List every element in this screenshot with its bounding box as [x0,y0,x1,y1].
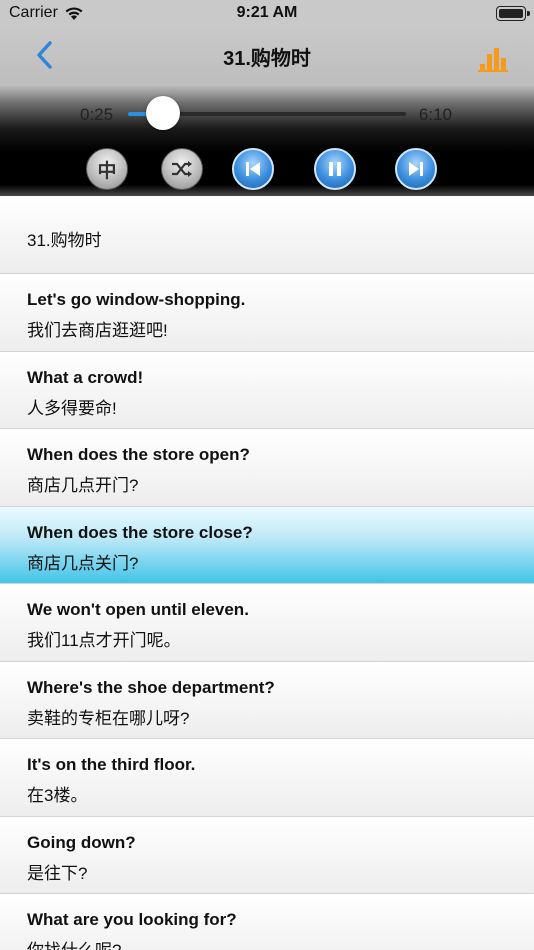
sentence-chinese: 商店几点开门? [27,476,139,495]
list-header: 31.购物时 [0,196,534,274]
list-item[interactable]: Let's go window-shopping. 我们去商店逛逛吧! [0,274,534,352]
list-item[interactable]: Going down? 是往下? [0,816,534,894]
shuffle-button[interactable] [161,148,203,190]
sentence-chinese: 是往下? [27,863,88,883]
sentence-english: It's on the third floor. [27,755,196,774]
audio-player: 0:25 6:10 中 [0,84,534,196]
sentence-chinese: 我们去商店逛逛吧! [27,321,168,340]
list-item[interactable]: When does the store close? 商店几点关门? [0,506,534,584]
previous-button[interactable] [232,148,274,190]
sentence-english: We won't open until eleven. [27,600,249,619]
page-title: 31.购物时 [223,48,311,70]
list-item[interactable]: What a crowd! 人多得要命! [0,351,534,429]
sentence-chinese: 我们11点才开门呢。 [27,631,181,650]
sentence-english: Let's go window-shopping. [27,290,246,309]
nav-bar: 31.购物时 [0,28,534,84]
sentence-chinese: 在3楼。 [27,786,88,805]
list-item[interactable]: When does the store open? 商店几点开门? [0,429,534,507]
sentence-english: Going down? [27,832,136,852]
total-time: 6:10 [418,105,452,124]
battery-icon [496,6,530,21]
sentence-chinese: 商店几点关门? [27,553,139,573]
bar-chart-icon[interactable] [478,44,510,72]
sentence-english: When does the store open? [27,445,250,464]
pause-button[interactable] [314,148,356,190]
language-toggle-button[interactable]: 中 [86,148,128,190]
shuffle-icon [172,161,192,177]
sentence-list: 31.购物时 Let's go window-shopping. 我们去商店逛逛… [0,196,534,950]
list-item[interactable]: Where's the shoe department? 卖鞋的专柜在哪儿呀? [0,661,534,739]
sentence-english: When does the store close? [27,522,253,542]
list-item[interactable]: It's on the third floor. 在3楼。 [0,739,534,817]
pause-icon [329,162,341,176]
current-time: 0:25 [80,105,114,124]
sentence-chinese: 卖鞋的专柜在哪儿呀? [27,708,190,728]
status-time: 9:21 AM [236,4,298,21]
sentence-english: What are you looking for? [27,910,237,929]
progress-thumb[interactable] [145,96,180,130]
skip-next-icon [409,162,423,176]
sentence-english: Where's the shoe department? [27,677,275,697]
next-button[interactable] [395,148,437,190]
list-item[interactable]: We won't open until eleven. 我们11点才开门呢。 [0,584,534,662]
sentence-chinese: 你找什么呢? [27,936,121,950]
status-bar: Carrier 9:21 AM [0,0,534,28]
sentence-chinese: 人多得要命! [27,398,117,418]
sentence-english: What a crowd! [27,367,144,387]
skip-previous-icon [246,162,260,176]
lesson-title: 31.购物时 [27,231,102,250]
language-toggle-label: 中 [97,160,117,182]
list-item[interactable]: What are you looking for? 你找什么呢? [0,894,534,950]
